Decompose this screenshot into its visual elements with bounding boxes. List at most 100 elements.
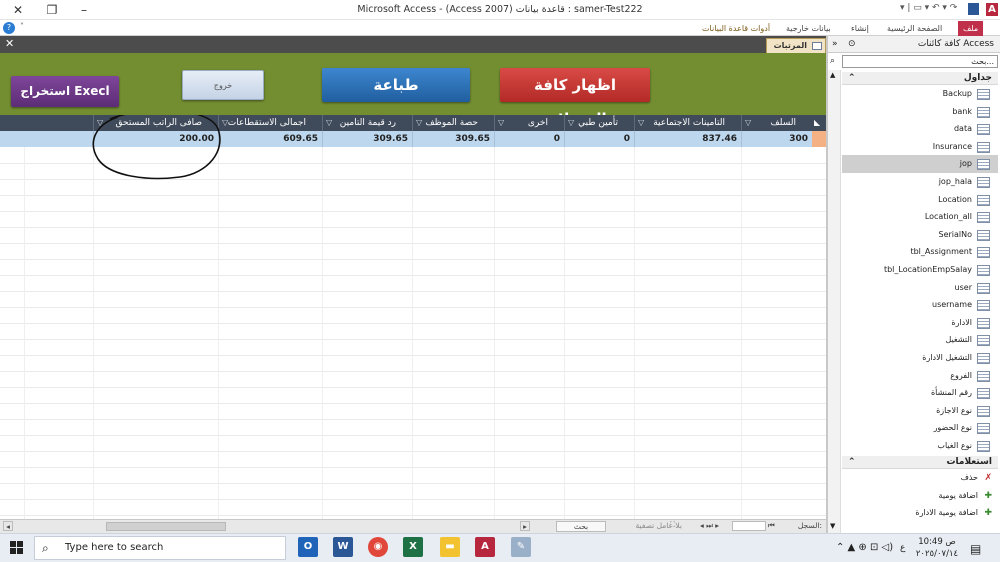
column-label: التامينات الاجتماعية [653,118,725,128]
nav-item-query[interactable]: ✚ اضافة يومية الادارة [842,504,998,522]
print-button[interactable]: طباعة [322,68,470,102]
column-label: تأمين طبي [578,118,618,128]
nav-item-query[interactable]: ✗ حذف [842,469,998,487]
show-all-records-button[interactable]: اظهار كافة السجلات [500,68,650,128]
tab-home[interactable]: الصفحة الرئيسية [882,21,947,36]
nav-item-table[interactable]: data [842,120,998,138]
nav-item-label: التشغيل الادارة [922,353,972,362]
nav-item-query[interactable]: ✚ اضافة يومية [842,487,998,505]
clock[interactable]: 10:49 ص ٢٠٢٥/٠٧/١٤ [912,536,962,560]
nav-item-table[interactable]: التشغيل [842,331,998,349]
nav-item-table[interactable]: Insurance [842,138,998,156]
windows-start-icon[interactable] [10,541,24,555]
current-record-box[interactable] [732,521,766,531]
column-header-insurance-refund[interactable]: ▽ رد قيمة التامين [322,115,412,131]
file-explorer-icon[interactable]: ▬ [440,537,460,557]
column-header-other[interactable]: ▽ اخرى [494,115,564,131]
nav-item-table[interactable]: نوع الاجازة [842,402,998,420]
nav-item-table[interactable]: نوع الغياب [842,437,998,455]
export-excel-button[interactable]: استخراج Execl [11,76,119,107]
cell-medical-insurance[interactable]: 0 [564,131,634,147]
scroll-up-icon[interactable]: ▲ [830,71,835,79]
dropdown-arrow-icon[interactable]: ▽ [638,115,644,131]
collapse-icon[interactable]: ⌃ [848,72,856,85]
cell-advances[interactable]: 300 [741,131,812,147]
empty-row [0,371,826,388]
nav-search-input[interactable]: بحث... [842,55,998,68]
help-icon[interactable]: ? [3,22,15,34]
nav-item-table[interactable]: jop_hala [842,173,998,191]
nav-item-table[interactable]: tbl_LocationEmpSalay [842,261,998,279]
nav-item-table[interactable]: نوع الحضور [842,419,998,437]
save-icon[interactable] [968,3,979,15]
taskbar-search-input[interactable]: Type here to search [34,536,286,560]
nav-item-table[interactable]: username [842,296,998,314]
record-nav-arrows-icon[interactable]: ◂ ⏭ ▸ [700,521,719,531]
nav-menu-icon[interactable]: ⊙ [848,36,856,53]
nav-item-table[interactable]: Location [842,191,998,209]
cell-insurance-refund[interactable]: 309.65 [322,131,412,147]
scroll-down-icon[interactable]: ▼ [830,522,835,530]
record-selector[interactable] [812,131,826,147]
column-header-social-insurance[interactable]: ▽ التامينات الاجتماعية [634,115,741,131]
dropdown-arrow-icon[interactable]: ▽ [498,115,504,131]
nav-item-table[interactable]: رقم المنشأة [842,384,998,402]
column-header-total-deductions[interactable]: ▽ اجمالى الاستقطاعات [218,115,322,131]
nav-item-table[interactable]: tbl_Assignment [842,243,998,261]
close-icon[interactable]: ✕ [10,2,26,18]
notifications-icon[interactable]: ▤ [970,542,981,556]
horizontal-scrollbar-thumb[interactable] [106,522,226,531]
nav-item-table[interactable]: Backup [842,85,998,103]
collapse-icon[interactable]: ⌃ [848,456,856,469]
dropdown-arrow-icon[interactable]: ▽ [326,115,332,131]
chevron-down-icon[interactable]: ˅ [20,22,24,31]
system-tray-icons[interactable]: ⌃ ▲ ⊕ ⊡ ◁) [836,542,893,553]
restore-icon[interactable]: ❐ [44,2,60,18]
nav-item-table[interactable]: user [842,279,998,297]
tab-database-tools[interactable]: أدوات قاعدة البيانات [697,21,775,36]
exit-button[interactable]: خروج [182,70,264,100]
column-header-advances[interactable]: ▽ السلف [741,115,812,131]
column-header-employee-share[interactable]: ▽ حصة الموظف [412,115,494,131]
tab-file[interactable]: ملف [958,21,984,36]
nav-item-table[interactable]: SerialNo [842,226,998,244]
word-icon[interactable]: W [333,537,353,557]
nav-item-table[interactable]: bank [842,103,998,121]
dropdown-arrow-icon[interactable]: ▽ [416,115,422,131]
nav-item-table[interactable]: الادارة [842,314,998,332]
tables-section-header[interactable]: جداول ⌃ [842,72,998,85]
cell-other[interactable]: 0 [494,131,564,147]
excel-icon[interactable]: X [403,537,423,557]
cell-employee-share[interactable]: 309.65 [412,131,494,147]
quick-access-toolbar[interactable]: ▾ | ▭ ▾ ↶ ▾ ↷ [900,3,960,15]
paint-icon[interactable]: ✎ [511,537,531,557]
nav-item-label: username [932,300,972,310]
first-record-icon[interactable]: ⏮ [768,521,775,531]
chrome-icon[interactable]: ◉ [368,537,388,557]
close-document-icon[interactable]: ✕ [5,37,14,50]
cell-total-deductions[interactable]: 609.65 [218,131,322,147]
select-all-icon[interactable]: ◣ [814,118,820,127]
tab-external-data[interactable]: بيانات خارجية [781,21,836,36]
input-language[interactable]: ع [900,543,905,553]
cell-social-insurance[interactable]: 837.46 [634,131,741,147]
dropdown-arrow-icon[interactable]: ▽ [745,115,751,131]
queries-section-header[interactable]: استعلامات ⌃ [842,456,998,469]
nav-item-table[interactable]: الفروع [842,367,998,385]
nav-item-table[interactable]: Location_all [842,208,998,226]
nav-item-table[interactable]: jop [842,155,998,173]
scroll-left-icon[interactable]: ◂ [3,521,13,531]
search-field[interactable]: بحث [556,521,606,532]
dropdown-arrow-icon[interactable]: ▽ [568,115,574,131]
scroll-right-icon[interactable]: ▸ [520,521,530,531]
outlook-icon[interactable]: O [298,537,318,557]
nav-vertical-scrollbar[interactable]: ▲ ▼ [828,70,841,533]
minimize-icon[interactable]: – [76,2,92,18]
nav-pane-header[interactable]: كافة كائنات Access ⊙ » [828,36,1000,53]
tab-salaries-form[interactable]: المرتبات [766,38,826,53]
tab-create[interactable]: إنشاء [846,21,874,36]
column-header-medical-insurance[interactable]: ▽ تأمين طبي [564,115,634,131]
nav-item-table[interactable]: التشغيل الادارة [842,349,998,367]
collapse-pane-icon[interactable]: » [832,36,838,53]
access-icon[interactable]: A [475,537,495,557]
